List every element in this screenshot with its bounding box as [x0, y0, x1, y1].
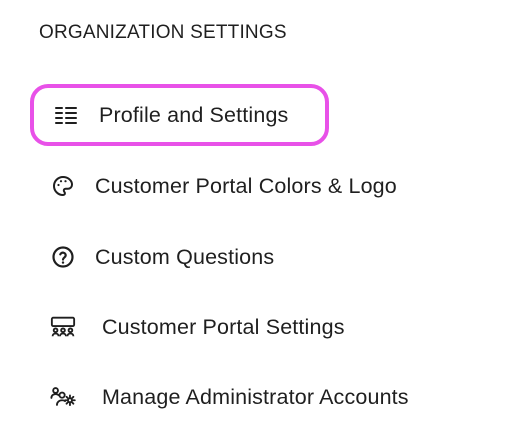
- menu-item-manage-administrator-accounts[interactable]: Manage Administrator Accounts: [50, 377, 409, 417]
- menu-item-label: Customer Portal Colors & Logo: [95, 173, 397, 198]
- menu-item-label: Manage Administrator Accounts: [102, 384, 409, 409]
- menu-item-label: Customer Portal Settings: [102, 314, 345, 339]
- menu-item-label: Profile and Settings: [99, 102, 289, 127]
- menu-item-customer-portal-settings[interactable]: Customer Portal Settings: [50, 307, 345, 347]
- question-circle-icon: [50, 244, 76, 270]
- settings-menu: Profile and Settings Customer Portal Col…: [0, 0, 514, 440]
- menu-item-custom-questions[interactable]: Custom Questions: [50, 237, 274, 277]
- menu-item-label: Custom Questions: [95, 244, 275, 269]
- user-gear-icon: [50, 384, 76, 410]
- group-icon: [50, 314, 76, 340]
- palette-icon: [50, 173, 76, 199]
- menu-item-customer-portal-colors-logo[interactable]: Customer Portal Colors & Logo: [50, 166, 397, 206]
- list-icon: [53, 102, 79, 128]
- menu-item-profile-and-settings[interactable]: Profile and Settings: [30, 84, 329, 146]
